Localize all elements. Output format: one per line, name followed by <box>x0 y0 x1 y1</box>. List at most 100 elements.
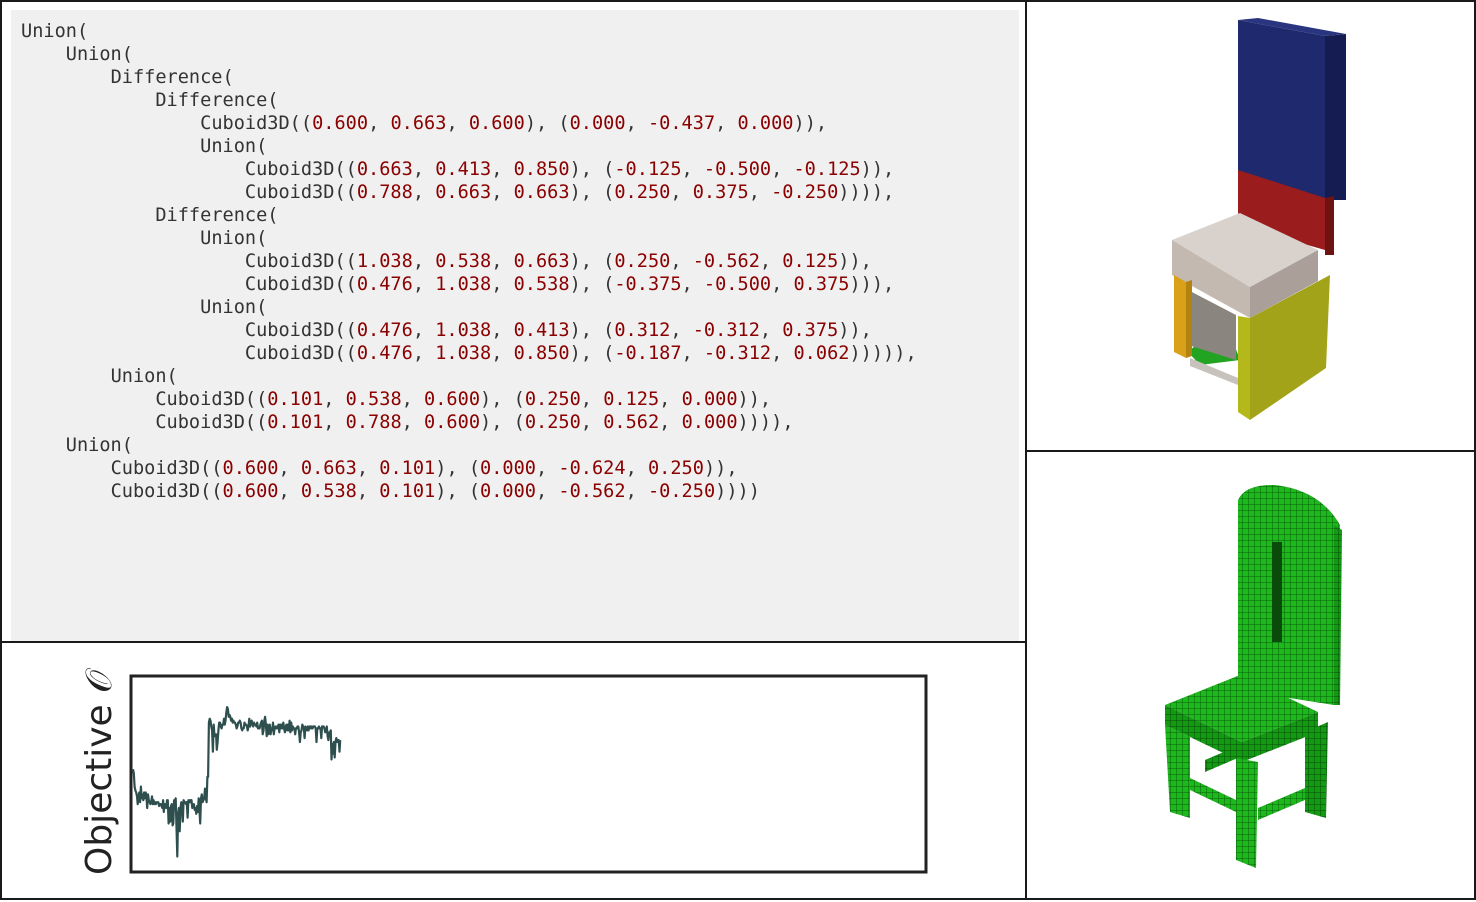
code-line: Union( <box>200 297 268 318</box>
code-number: 0.600 <box>312 113 369 134</box>
code-number: 0.663 <box>300 458 357 479</box>
code-number: -0.250 <box>771 182 839 203</box>
code-number: 0.538 <box>513 274 570 295</box>
code-number: 0.413 <box>513 320 570 341</box>
backrest-front-face <box>1238 20 1325 200</box>
backrest-side-face <box>1325 34 1346 200</box>
code-line: Difference( <box>155 90 279 111</box>
code-number: -0.562 <box>692 251 760 272</box>
voxel-backrest-side <box>1334 525 1342 705</box>
code-number: -0.437 <box>647 113 716 134</box>
code-number: -0.312 <box>703 343 772 364</box>
code-number: 0.600 <box>222 458 279 479</box>
code-number: -0.562 <box>558 481 626 502</box>
code-number: 0.062 <box>793 343 850 364</box>
code-number: 0.476 <box>356 320 413 341</box>
code-number: 0.375 <box>793 274 850 295</box>
voxel-stretcher-right <box>1258 788 1305 820</box>
voxel-leg-front-left <box>1165 725 1190 818</box>
code-number: -0.125 <box>614 159 682 180</box>
code-number: 0.250 <box>614 182 671 203</box>
code-line: Cuboid3D((0.600, 0.538, 0.101), (0.000, … <box>110 481 760 502</box>
objective-series-line <box>131 705 342 858</box>
code-number: 1.038 <box>435 343 492 364</box>
code-number: 0.850 <box>513 159 570 180</box>
code-number: 0.413 <box>435 159 492 180</box>
code-number: 0.000 <box>480 458 537 479</box>
code-number: 0.538 <box>300 481 357 502</box>
code-number: -0.500 <box>703 274 772 295</box>
code-number: 1.038 <box>435 274 492 295</box>
code-number: 0.375 <box>782 320 839 341</box>
code-number: 0.000 <box>681 389 738 410</box>
voxel-chair-render <box>1165 484 1342 868</box>
code-number: 0.000 <box>480 481 537 502</box>
code-line: Union( <box>65 435 133 456</box>
code-number: -0.125 <box>793 159 861 180</box>
code-line: Cuboid3D((0.476, 1.038, 0.538), (-0.375,… <box>244 274 895 295</box>
code-number: 0.562 <box>603 412 660 433</box>
code-number: 0.125 <box>782 251 839 272</box>
code-number: -0.250 <box>647 481 716 502</box>
code-line: Difference( <box>155 205 279 226</box>
code-number: 0.788 <box>356 182 413 203</box>
code-number: 0.663 <box>513 251 570 272</box>
code-number: 0.538 <box>435 251 492 272</box>
code-number: 0.663 <box>356 159 413 180</box>
voxel-leg-back-right <box>1305 722 1328 818</box>
code-number: 0.101 <box>379 458 436 479</box>
code-number: 0.101 <box>267 412 324 433</box>
code-number: 0.600 <box>222 481 279 502</box>
code-number: 0.600 <box>424 389 481 410</box>
code-number: 0.000 <box>681 412 738 433</box>
code-line: Cuboid3D((0.788, 0.663, 0.663), (0.250, … <box>244 182 895 203</box>
code-number: 0.850 <box>513 343 570 364</box>
voxel-stretcher-left <box>1190 778 1236 812</box>
code-number: 0.476 <box>356 274 413 295</box>
code-line: Union( <box>21 21 89 42</box>
voxel-backrest <box>1238 484 1340 705</box>
code-line: Cuboid3D((0.600, 0.663, 0.101), (0.000, … <box>110 458 738 479</box>
code-line: Cuboid3D((0.476, 1.038, 0.413), (0.312, … <box>244 320 872 341</box>
cuboid-render-panel <box>1025 0 1476 452</box>
code-line: Cuboid3D((0.663, 0.413, 0.850), (-0.125,… <box>244 159 895 180</box>
code-number: 0.538 <box>345 389 402 410</box>
code-line: Difference( <box>110 67 234 88</box>
code-number: 0.600 <box>424 412 481 433</box>
objective-plot-panel: Objective 𝒪 <box>0 641 1027 900</box>
code-line: Union( <box>65 44 133 65</box>
code-line: Cuboid3D((0.600, 0.663, 0.600), (0.000, … <box>200 113 828 134</box>
code-number: 1.038 <box>435 320 492 341</box>
code-number: -0.312 <box>692 320 760 341</box>
code-number: 0.663 <box>435 182 492 203</box>
code-number: 0.101 <box>267 389 324 410</box>
code-line: Cuboid3D((0.476, 1.038, 0.850), (-0.187,… <box>244 343 917 364</box>
y-axis-label: Objective 𝒪 <box>79 668 120 875</box>
code-number: -0.187 <box>614 343 682 364</box>
code-number: -0.624 <box>558 458 626 479</box>
left-leg-side-face <box>1186 280 1192 358</box>
back-lower-side-face <box>1325 196 1334 255</box>
voxel-render-panel <box>1025 450 1476 900</box>
code-number: 0.663 <box>513 182 570 203</box>
code-line: Cuboid3D((0.101, 0.788, 0.600), (0.250, … <box>155 412 794 433</box>
code-line: Union( <box>200 228 268 249</box>
voxel-backrest-slot <box>1272 542 1282 642</box>
code-number: 0.000 <box>569 113 626 134</box>
code-number: -0.500 <box>703 159 772 180</box>
code-number: 0.101 <box>379 481 436 502</box>
code-line: Cuboid3D((1.038, 0.538, 0.663), (0.250, … <box>244 251 872 272</box>
plot-frame <box>129 674 928 874</box>
left-leg-front-face <box>1174 275 1186 358</box>
code-number: 0.312 <box>614 320 671 341</box>
code-panel: Union( Union( Difference( Difference( Cu… <box>0 0 1027 643</box>
code-line: Union( <box>200 136 268 157</box>
code-line: Cuboid3D((0.101, 0.538, 0.600), (0.250, … <box>155 389 772 410</box>
code-number: 0.250 <box>524 412 581 433</box>
code-number: -0.375 <box>614 274 682 295</box>
objective-chart: Objective 𝒪 <box>79 668 928 875</box>
program-code: Union( Union( Difference( Difference( Cu… <box>21 20 917 503</box>
code-number: 0.600 <box>468 113 525 134</box>
base-front-face <box>1238 316 1250 420</box>
code-number: 0.476 <box>356 343 413 364</box>
